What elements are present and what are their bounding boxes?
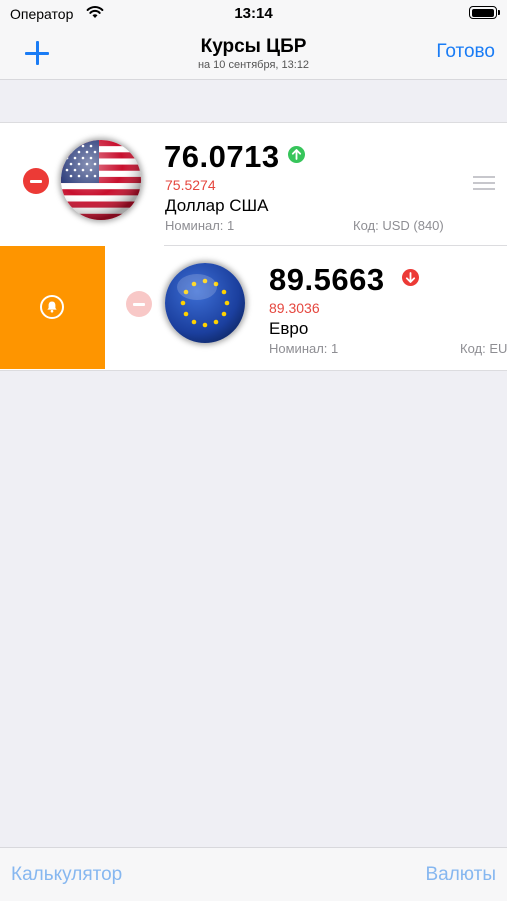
status-time: 13:14 xyxy=(234,5,273,22)
bell-icon xyxy=(40,295,64,319)
currencies-button[interactable]: Валюты xyxy=(425,864,496,886)
usd-rate: 76.0713 xyxy=(164,139,280,174)
rate-up-icon xyxy=(288,146,305,163)
notify-action-button[interactable] xyxy=(0,246,105,369)
bottom-toolbar: Калькулятор Валюты xyxy=(0,847,507,901)
list-item-eur[interactable]: 89.5663 89.3036 Евро Номинал: 1 Код: EUR… xyxy=(105,246,507,369)
list-item-usd[interactable]: 76.0713 75.5274 Доллар США Номинал: 1 Ко… xyxy=(0,123,507,246)
reorder-handle-icon[interactable] xyxy=(473,176,495,192)
rate-down-icon xyxy=(402,269,419,286)
done-button[interactable]: Готово xyxy=(436,41,495,63)
eur-code: Код: EUR (978) xyxy=(460,341,507,356)
currency-list: 76.0713 75.5274 Доллар США Номинал: 1 Ко… xyxy=(0,122,507,371)
usd-previous-rate: 75.5274 xyxy=(165,177,216,193)
eur-previous-rate: 89.3036 xyxy=(269,300,320,316)
navigation-bar: Курсы ЦБР на 10 сентября, 13:12 Готово xyxy=(0,28,507,80)
page-title: Курсы ЦБР xyxy=(200,36,307,57)
usd-currency-name: Доллар США xyxy=(165,196,269,215)
calculator-button[interactable]: Калькулятор xyxy=(11,864,122,886)
delete-eur-button[interactable] xyxy=(126,291,152,317)
usd-code: Код: USD (840) xyxy=(353,218,444,233)
status-bar: Оператор 13:14 xyxy=(0,0,507,28)
eu-flag-icon xyxy=(165,263,245,343)
eur-nominal: Номинал: 1 xyxy=(269,341,339,356)
page-subtitle-date: на 10 сентября, 13:12 xyxy=(197,59,310,71)
battery-icon xyxy=(469,6,500,19)
delete-usd-button[interactable] xyxy=(23,168,49,194)
us-flag-icon xyxy=(61,140,141,220)
usd-nominal: Номинал: 1 xyxy=(165,218,235,233)
eur-currency-name: Евро xyxy=(269,319,309,338)
eur-rate: 89.5663 xyxy=(269,262,385,297)
